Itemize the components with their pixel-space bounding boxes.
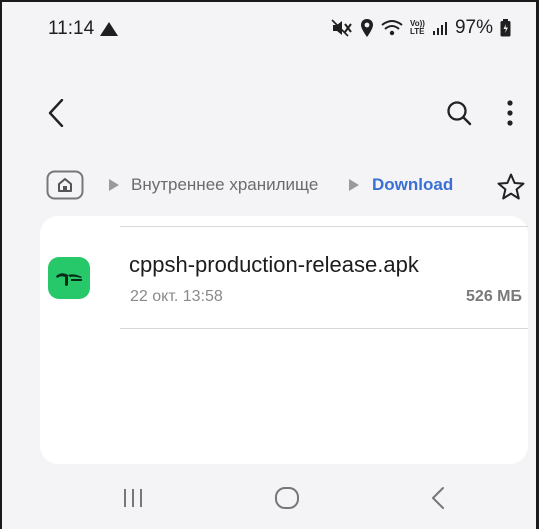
status-icons: Vo)) LTE 97% [331,17,511,39]
file-date: 22 окт. 13:58 [130,288,223,305]
file-name: cppsh-production-release.apk [129,252,419,277]
navigation-bar [4,466,533,529]
apk-app-icon [48,257,90,299]
divider [120,226,528,227]
breadcrumb-home-button[interactable] [46,170,84,200]
status-time: 11:14 [48,18,95,39]
phone-frame: 11:14 Vo)) LTE 97% Внутреннее хранилище … [0,0,539,529]
divider [120,328,528,329]
location-icon [360,18,374,38]
search-button[interactable] [442,96,476,130]
recents-button[interactable] [122,488,144,508]
wifi-icon [381,19,403,37]
file-list: cppsh-production-release.apk 22 окт. 13:… [40,216,528,464]
file-size: 526 МБ [466,288,522,305]
back-button[interactable] [42,96,70,130]
breadcrumb-separator-icon [108,178,120,197]
home-circle-icon [275,487,299,509]
app-bar [4,62,533,162]
more-vertical-icon [507,100,513,126]
favorite-button[interactable] [496,172,526,202]
home-button[interactable] [274,486,300,510]
breadcrumb-internal-storage[interactable]: Внутреннее хранилище [131,175,318,195]
volte-bottom-text: LTE [410,27,425,36]
breadcrumb-separator-icon [348,178,360,197]
search-icon [447,101,472,126]
file-list-item[interactable]: cppsh-production-release.apk 22 окт. 13:… [40,230,528,330]
star-outline-icon [497,173,525,200]
battery-icon [500,19,511,37]
recents-icon [124,489,142,507]
back-chevron-icon [432,487,444,509]
navigation-arrow-icon [99,21,119,42]
breadcrumb-current-folder[interactable]: Download [372,175,453,195]
back-arrow-icon [48,99,64,127]
nav-back-button[interactable] [430,486,446,510]
battery-percent: 97% [454,17,493,38]
status-bar: 11:14 Vo)) LTE 97% [4,2,533,62]
mute-icon [331,19,353,37]
home-folder-icon [46,170,84,200]
volte-indicator: Vo)) LTE [410,20,425,36]
more-options-button[interactable] [500,96,520,130]
breadcrumb: Внутреннее хранилище Download [4,162,533,212]
signal-icon [432,20,448,36]
